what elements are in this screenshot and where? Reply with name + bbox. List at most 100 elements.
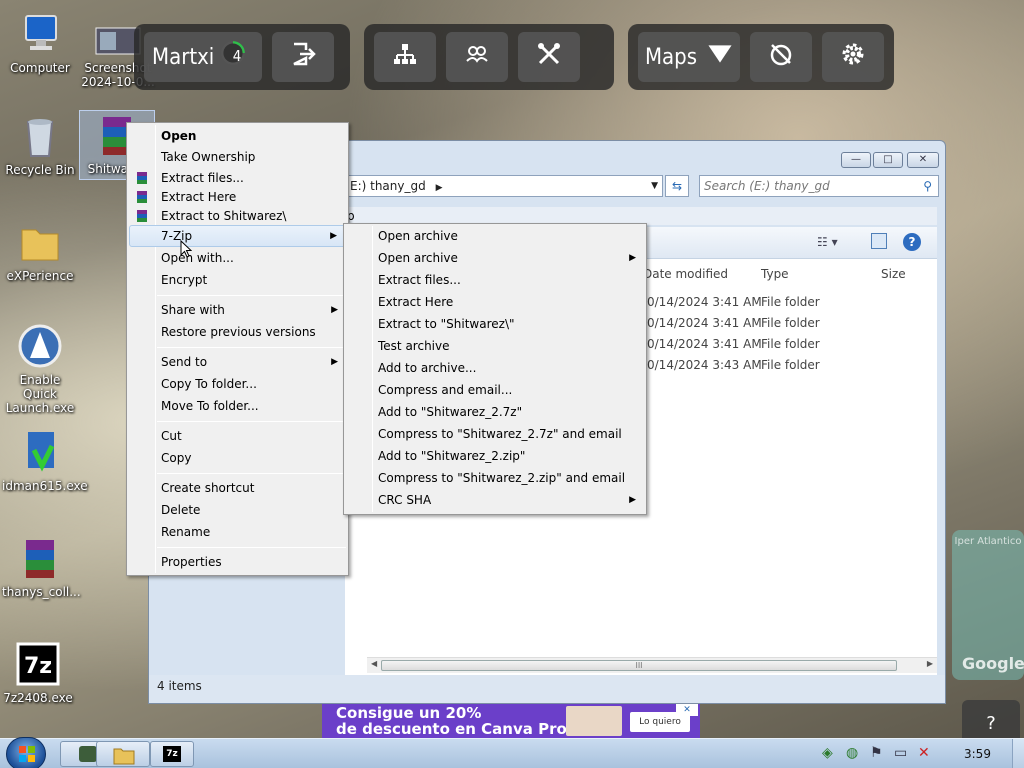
row-type: File folder	[761, 295, 820, 309]
security-icon[interactable]: ◍	[846, 745, 858, 761]
menu-item-label: Extract files...	[378, 273, 461, 287]
exit-icon	[290, 41, 316, 73]
flag-icon[interactable]: ⚑	[870, 745, 883, 761]
menu-item-cut[interactable]: Cut	[129, 425, 346, 447]
ad-close-icon[interactable]: ✕	[676, 704, 698, 716]
submenu-item-test-archive[interactable]: Test archive	[346, 335, 644, 357]
minimize-button[interactable]: —	[841, 152, 871, 168]
menu-item-open-with[interactable]: Open with...	[129, 247, 346, 269]
ad-banner[interactable]: Consigue un 20% de descuento en Canva Pr…	[322, 704, 700, 738]
submenu-item-extract-files[interactable]: Extract files...	[346, 269, 644, 291]
tools-button[interactable]	[518, 32, 580, 82]
submenu-item-extract-to[interactable]: Extract to "Shitwarez\"	[346, 313, 644, 335]
menu-item-label: Copy To folder...	[161, 377, 257, 391]
show-desktop-button[interactable]	[1012, 739, 1024, 768]
desktop-icon-label: Recycle Bin	[5, 163, 75, 177]
menu-item-properties[interactable]: Properties	[129, 551, 346, 573]
menu-item-delete[interactable]: Delete	[129, 499, 346, 521]
search-input[interactable]: Search (E:) thany_gd ⚲	[699, 175, 939, 197]
menu-item-create-shortcut[interactable]: Create shortcut	[129, 477, 346, 499]
maximize-button[interactable]: □	[873, 152, 903, 168]
hierarchy-button[interactable]	[374, 32, 436, 82]
menu-item-encrypt[interactable]: Encrypt	[129, 269, 346, 291]
settings-button[interactable]	[822, 32, 884, 82]
submenu-item-add-to-archive[interactable]: Add to archive...	[346, 357, 644, 379]
submenu-item-crc-sha[interactable]: CRC SHA ▶	[346, 489, 644, 511]
refresh-button[interactable]: ⇆	[665, 175, 689, 197]
column-type[interactable]: Type	[761, 267, 789, 281]
username-label: Martxi	[152, 44, 215, 70]
scroll-right-icon[interactable]: ▶	[927, 659, 933, 668]
menu-item-label: Extract Here	[378, 295, 454, 309]
menu-item-send-to[interactable]: Send to ▶	[129, 351, 346, 373]
desktop-icon-experience[interactable]: eXPerience	[2, 218, 78, 283]
menu-separator	[157, 421, 346, 422]
menu-item-label: Restore previous versions	[161, 325, 316, 339]
desktop-icon-label: 7z2408.exe	[3, 691, 73, 705]
menu-item-label: Test archive	[378, 339, 450, 353]
menu-item-label: Add to "Shitwarez_2.7z"	[378, 405, 523, 419]
launcher-icon	[16, 322, 64, 370]
menu-item-extract-to[interactable]: Extract to Shitwarez\	[129, 205, 346, 227]
scroll-left-icon[interactable]: ◀	[371, 659, 377, 668]
menu-item-move-to-folder[interactable]: Move To folder...	[129, 395, 346, 417]
folder-icon	[16, 218, 64, 266]
submenu-item-compress-7z-email[interactable]: Compress to "Shitwarez_2.7z" and email	[346, 423, 644, 445]
taskbar-7zip[interactable]: 7z	[150, 741, 194, 767]
column-date-modified[interactable]: Date modified	[643, 267, 728, 281]
start-button[interactable]	[6, 737, 46, 768]
menu-item-share-with[interactable]: Share with ▶	[129, 299, 346, 321]
winrar-archive-icon	[16, 534, 64, 582]
menu-item-label: Create shortcut	[161, 481, 255, 495]
menu-item-label: Take Ownership	[161, 150, 256, 164]
column-size[interactable]: Size	[881, 267, 906, 281]
desktop-icon-thanys-coll[interactable]: thanys_coll...	[2, 534, 81, 599]
desktop-icon-idman[interactable]: idman615.exe	[2, 428, 88, 493]
close-button[interactable]: ✕	[907, 152, 939, 168]
scroll-thumb[interactable]: III	[381, 660, 897, 671]
submenu-item-open-archive[interactable]: Open archive	[346, 225, 644, 247]
submenu-item-compress-and-email[interactable]: Compress and email...	[346, 379, 644, 401]
menu-item-copy[interactable]: Copy	[129, 447, 346, 469]
menu-item-restore-previous-versions[interactable]: Restore previous versions	[129, 321, 346, 343]
desktop-icon-recycle-bin[interactable]: Recycle Bin	[2, 112, 78, 177]
row-date[interactable]: 0/14/2024 3:41 AM	[647, 337, 762, 351]
menu-item-label: Compress to "Shitwarez_2.zip" and email	[378, 471, 626, 485]
clock[interactable]: 3:59	[964, 747, 991, 761]
display-icon[interactable]: ▭	[894, 745, 907, 761]
address-dropdown-icon[interactable]: ▼	[651, 176, 658, 196]
exit-button[interactable]	[272, 32, 334, 82]
submenu-item-extract-here[interactable]: Extract Here	[346, 291, 644, 313]
maps-dropdown[interactable]: Maps	[638, 32, 740, 82]
horizontal-scrollbar[interactable]: ◀ III ▶	[367, 657, 937, 673]
row-date[interactable]: 0/14/2024 3:41 AM	[647, 316, 762, 330]
crossed-tools-icon	[536, 41, 562, 73]
views-button[interactable]: ☷ ▾	[817, 235, 851, 251]
submenu-item-add-to-7z[interactable]: Add to "Shitwarez_2.7z"	[346, 401, 644, 423]
group-icon	[464, 41, 490, 73]
menu-item-7zip[interactable]: 7-Zip ▶	[129, 225, 346, 247]
preview-pane-icon[interactable]	[871, 233, 887, 249]
desktop-icon-enable-quick-launch[interactable]: Enable Quick Launch.exe	[2, 322, 78, 415]
menu-item-take-ownership[interactable]: Take Ownership	[129, 146, 346, 168]
submenu-item-compress-zip-email[interactable]: Compress to "Shitwarez_2.zip" and email	[346, 467, 644, 489]
user-button[interactable]: Martxi 4	[144, 32, 262, 82]
submenu-item-add-to-zip[interactable]: Add to "Shitwarez_2.zip"	[346, 445, 644, 467]
menu-item-copy-to-folder[interactable]: Copy To folder...	[129, 373, 346, 395]
taskbar-explorer[interactable]	[96, 741, 150, 767]
row-date[interactable]: 0/14/2024 3:43 AM	[647, 358, 762, 372]
desktop-icon-7z2408[interactable]: 7z 7z2408.exe	[0, 640, 76, 705]
row-date[interactable]: 0/14/2024 3:41 AM	[647, 295, 762, 309]
help-button[interactable]: ?	[962, 700, 1020, 738]
timer-button[interactable]	[750, 32, 812, 82]
menu-item-open[interactable]: Open	[129, 125, 346, 147]
submenu-item-open-archive-more[interactable]: Open archive ▶	[346, 247, 644, 269]
volume-muted-icon[interactable]: ✕	[918, 745, 930, 761]
desktop-icon-computer[interactable]: Computer	[2, 10, 78, 75]
help-icon[interactable]: ?	[903, 233, 921, 251]
network-icon[interactable]: ◈	[822, 745, 833, 761]
game-icon	[79, 746, 97, 762]
group-button[interactable]	[446, 32, 508, 82]
address-bar[interactable]: E:) thany_gd ▶ ▼	[345, 175, 663, 197]
menu-item-rename[interactable]: Rename	[129, 521, 346, 543]
